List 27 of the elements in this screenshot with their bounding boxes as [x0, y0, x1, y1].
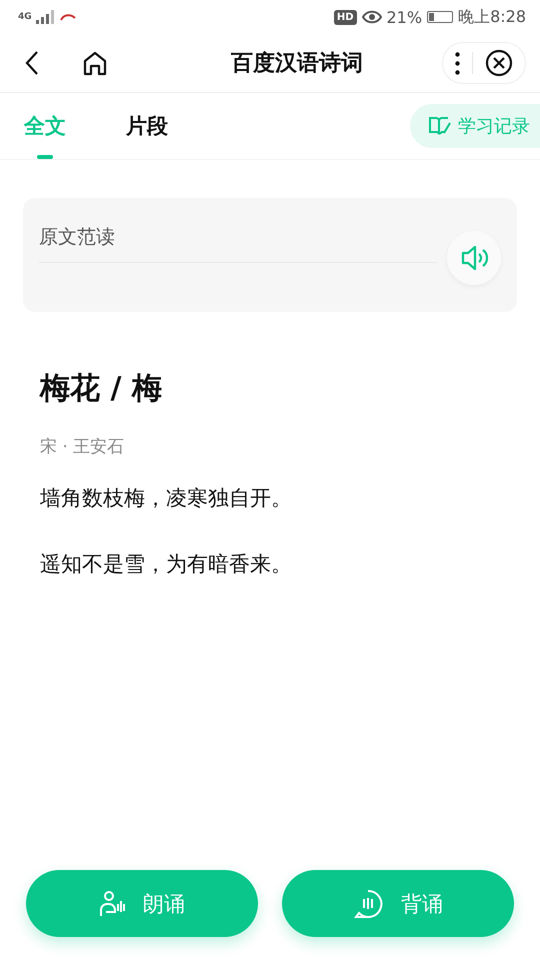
back-icon — [24, 50, 40, 76]
read-aloud-button[interactable]: 朗诵 — [26, 870, 258, 937]
poem-title: 梅花 / 梅 — [40, 370, 163, 408]
poem-line: 墙角数枝梅，凌寒独自开。 — [40, 485, 293, 512]
home-icon — [82, 50, 108, 76]
carrier-icon — [60, 12, 76, 22]
hd-badge: HD — [334, 10, 356, 24]
more-icon — [455, 52, 460, 74]
network-type: 4G — [18, 12, 32, 22]
tab[interactable]: 片段 — [126, 93, 168, 159]
recite-button[interactable]: 背诵 — [282, 870, 514, 937]
person-speaking-icon — [99, 890, 125, 918]
page-title: 百度汉语诗词 — [230, 50, 364, 78]
close-icon — [485, 49, 513, 77]
poem-line: 遥知不是雪，为有暗香来。 — [40, 551, 293, 578]
speaker-icon — [460, 245, 488, 271]
tab[interactable]: 全文 — [24, 93, 66, 159]
eye-icon — [362, 10, 382, 24]
battery-percent: 21% — [386, 8, 422, 26]
audio-label: 原文范读 — [39, 225, 116, 250]
signal-icon — [36, 10, 56, 24]
book-icon — [428, 115, 452, 137]
battery-icon — [427, 11, 454, 23]
study-history-button[interactable]: 学习记录 — [410, 104, 540, 148]
chat-bubble-icon — [353, 888, 383, 918]
clock: 晚上8:28 — [458, 6, 526, 28]
poem-author: 宋 · 王安石 — [40, 436, 126, 458]
